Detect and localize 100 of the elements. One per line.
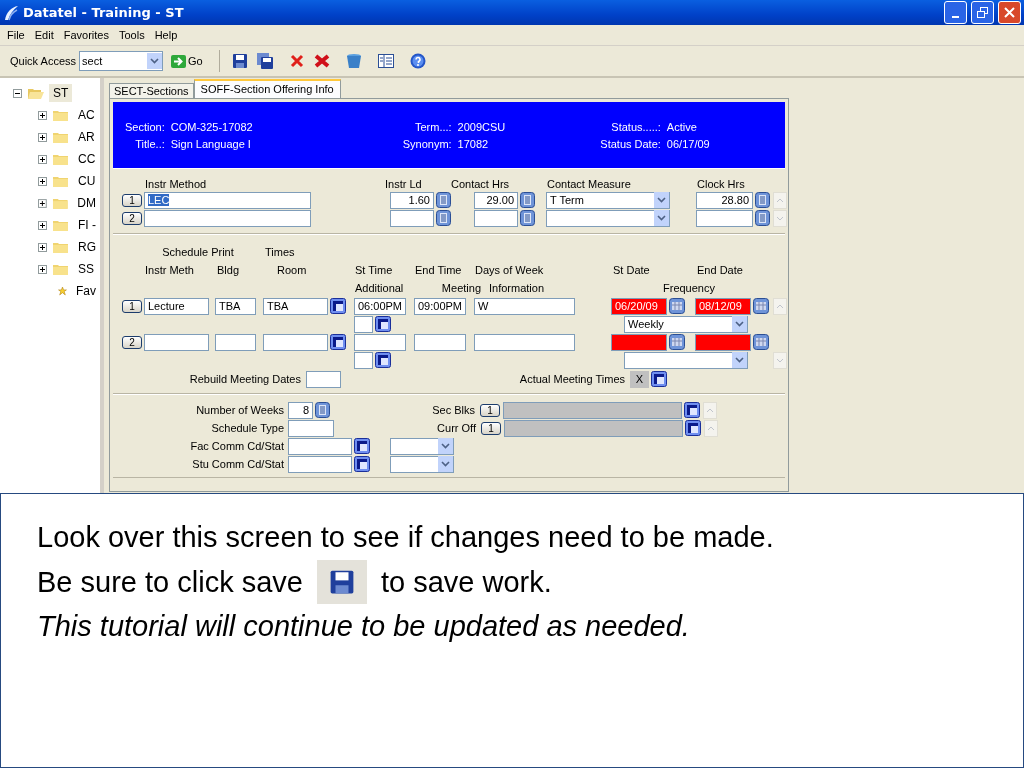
tree-item[interactable]: AR [74, 128, 99, 146]
text-field[interactable] [611, 333, 667, 351]
save-all-icon[interactable] [256, 53, 273, 69]
lookup-icon[interactable] [436, 210, 451, 226]
detail-icon[interactable] [330, 298, 346, 314]
expand-icon[interactable] [38, 198, 47, 208]
dropdown[interactable] [390, 437, 454, 455]
text-field[interactable] [215, 333, 256, 351]
tree-item[interactable]: SS [74, 260, 98, 278]
expand-icon[interactable] [38, 220, 47, 230]
lookup-icon[interactable] [520, 210, 535, 226]
text-field[interactable] [144, 333, 209, 351]
menu-item[interactable]: Help [149, 29, 183, 41]
tab[interactable]: SECT-Sections [109, 83, 194, 98]
lookup-icon[interactable] [436, 192, 451, 208]
text-field[interactable]: 1.60 [390, 191, 434, 209]
text-field[interactable]: Lecture [144, 297, 209, 315]
expand-icon[interactable] [38, 110, 47, 120]
menu-item[interactable]: File [2, 29, 30, 41]
tree-item[interactable]: ST [49, 84, 73, 102]
tab[interactable]: SOFF-Section Offering Info [193, 79, 341, 98]
text-field[interactable]: 09:00PM [414, 297, 466, 315]
tree-item[interactable]: FI - [74, 216, 100, 234]
tree-item[interactable]: DM [73, 194, 100, 212]
expand-icon[interactable] [38, 264, 47, 274]
lookup-icon[interactable] [755, 192, 770, 208]
text-field[interactable] [263, 333, 328, 351]
text-field[interactable] [288, 455, 352, 473]
calendar-icon[interactable] [669, 298, 685, 314]
text-field[interactable] [354, 333, 406, 351]
delete-all-icon[interactable] [313, 53, 330, 69]
tree-item[interactable]: CU [74, 172, 100, 190]
text-field[interactable]: TBA [263, 297, 328, 315]
text-field[interactable] [306, 370, 341, 388]
detail-icon[interactable] [684, 402, 700, 418]
dropdown[interactable] [546, 209, 670, 227]
detail-icon[interactable] [651, 371, 667, 387]
text-field[interactable] [504, 419, 683, 437]
dropdown[interactable] [390, 455, 454, 473]
detail-icon[interactable] [375, 316, 391, 332]
calendar-icon[interactable] [669, 334, 685, 350]
close-button[interactable] [998, 1, 1021, 24]
detail-icon[interactable] [375, 352, 391, 368]
list-view-icon[interactable] [377, 53, 394, 69]
expand-icon[interactable] [38, 242, 47, 252]
dropdown[interactable]: T Term [546, 191, 670, 209]
text-field[interactable] [696, 209, 753, 227]
detail-icon[interactable] [685, 420, 701, 436]
row-number-button[interactable]: 2 [122, 211, 142, 225]
restore-button[interactable] [971, 1, 994, 24]
lookup-icon[interactable] [315, 402, 330, 418]
text-field[interactable]: 8 [288, 401, 313, 419]
row-number-button[interactable]: 1 [480, 403, 500, 417]
text-field[interactable] [695, 333, 751, 351]
calendar-icon[interactable] [753, 298, 769, 314]
menu-item[interactable]: Tools [113, 29, 150, 41]
text-field[interactable]: 28.80 [696, 191, 753, 209]
text-field[interactable]: TBA [215, 297, 256, 315]
minimize-button[interactable] [944, 1, 967, 24]
text-field[interactable] [354, 315, 373, 333]
lookup-icon[interactable] [520, 192, 535, 208]
save-icon[interactable] [231, 53, 248, 69]
text-field[interactable] [474, 333, 575, 351]
help-icon[interactable] [409, 53, 426, 69]
text-field[interactable]: 06/20/09 [611, 297, 667, 315]
expand-icon[interactable] [38, 132, 47, 142]
text-field[interactable] [414, 333, 466, 351]
dropdown[interactable]: Weekly [624, 315, 748, 333]
text-field[interactable] [503, 401, 682, 419]
calendar-icon[interactable] [753, 334, 769, 350]
text-field[interactable]: LEC [144, 191, 311, 209]
delete-icon[interactable] [288, 53, 305, 69]
tree-item[interactable]: RG [74, 238, 100, 256]
text-field[interactable] [390, 209, 434, 227]
menu-item[interactable]: Edit [29, 29, 59, 41]
text-field[interactable]: 06:00PM [354, 297, 406, 315]
text-field[interactable] [474, 209, 518, 227]
text-field[interactable] [288, 419, 334, 437]
row-number-button[interactable]: 1 [481, 421, 501, 435]
trash-icon[interactable] [345, 53, 362, 69]
text-field[interactable] [288, 437, 352, 455]
row-number-button[interactable]: 1 [122, 193, 142, 207]
text-field[interactable]: W [474, 297, 575, 315]
tree-item[interactable]: CC [74, 150, 100, 168]
detail-icon[interactable] [354, 456, 370, 472]
check-field[interactable]: X [630, 370, 649, 388]
lookup-icon[interactable] [755, 210, 770, 226]
row-number-button[interactable]: 1 [122, 299, 142, 313]
tree-item[interactable]: AC [74, 106, 99, 124]
tree-item[interactable]: Fav [72, 282, 100, 300]
quick-access-field[interactable]: sect [79, 51, 164, 71]
text-field[interactable]: 08/12/09 [695, 297, 751, 315]
text-field[interactable] [354, 351, 373, 369]
expand-icon[interactable] [38, 154, 47, 164]
detail-icon[interactable] [330, 334, 346, 350]
text-field[interactable] [144, 209, 311, 227]
collapse-icon[interactable] [13, 88, 22, 98]
detail-icon[interactable] [354, 438, 370, 454]
text-field[interactable]: 29.00 [474, 191, 518, 209]
expand-icon[interactable] [38, 176, 47, 186]
